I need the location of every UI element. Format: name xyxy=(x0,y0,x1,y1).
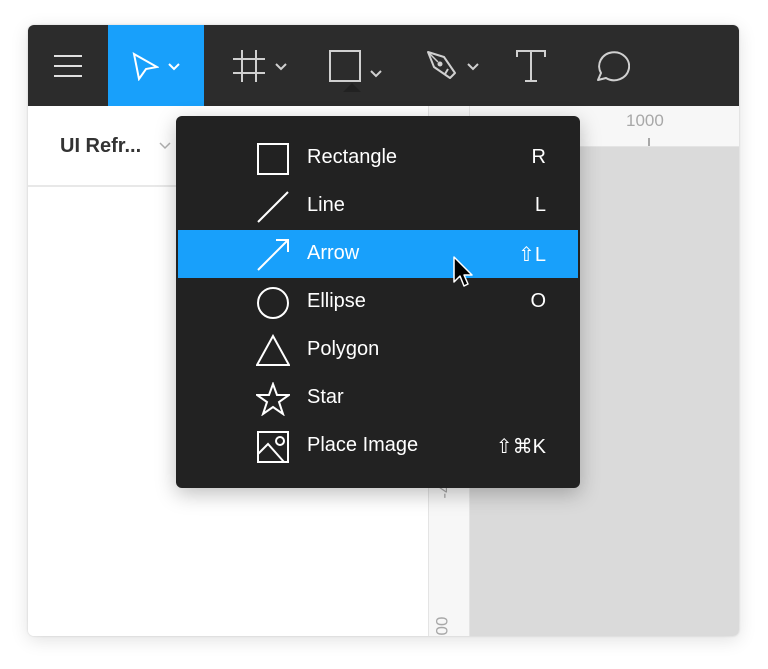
menu-item-shortcut: ⇧L xyxy=(518,244,546,266)
move-cursor-icon xyxy=(132,51,159,81)
menu-item-shortcut: L xyxy=(534,194,546,216)
ruler-tick xyxy=(648,138,650,146)
menu-item-label: Arrow xyxy=(307,242,360,264)
menu-item-label: Ellipse xyxy=(307,290,366,312)
rectangle-icon xyxy=(329,49,361,82)
menu-caret xyxy=(343,83,361,92)
menu-item-label: Star xyxy=(307,386,344,408)
menu-item-arrow[interactable]: Arrow ⇧L xyxy=(178,230,578,278)
menu-item-label: Place Image xyxy=(307,434,419,456)
rectangle-icon xyxy=(257,143,289,175)
menu-item-rectangle[interactable]: Rectangle R xyxy=(178,134,578,182)
menu-item-shortcut: O xyxy=(530,290,546,312)
arrow-icon xyxy=(257,239,289,271)
main-menu-button[interactable] xyxy=(28,25,108,106)
file-name[interactable]: UI Refr... xyxy=(60,135,141,158)
mouse-cursor-icon xyxy=(453,256,473,287)
pen-icon xyxy=(427,50,456,79)
shape-tool-button[interactable] xyxy=(318,25,394,106)
menu-item-shortcut: R xyxy=(531,146,546,168)
pen-tool-button[interactable] xyxy=(418,25,488,106)
chevron-down-icon[interactable] xyxy=(369,68,383,78)
chevron-down-icon[interactable] xyxy=(274,61,288,71)
chevron-down-icon[interactable] xyxy=(158,140,172,150)
text-tool-button[interactable] xyxy=(506,25,556,106)
menu-item-label: Rectangle xyxy=(307,146,398,168)
comment-tool-button[interactable] xyxy=(586,25,636,106)
move-tool-button[interactable] xyxy=(108,25,204,106)
menu-item-polygon[interactable]: Polygon xyxy=(178,326,578,374)
menu-item-line[interactable]: Line L xyxy=(178,182,578,230)
image-icon xyxy=(257,431,289,463)
menu-item-shortcut: ⇧⌘K xyxy=(495,436,546,458)
chevron-down-icon[interactable] xyxy=(466,61,480,71)
menu-item-ellipse[interactable]: Ellipse O xyxy=(178,278,578,326)
toolbar xyxy=(28,25,739,106)
frame-icon xyxy=(233,49,265,82)
star-icon xyxy=(256,382,290,416)
menu-item-place-image[interactable]: Place Image ⇧⌘K xyxy=(178,422,578,470)
hamburger-icon xyxy=(54,54,82,77)
menu-item-label: Line xyxy=(307,194,345,216)
frame-tool-button[interactable] xyxy=(224,25,296,106)
text-icon xyxy=(516,49,546,82)
polygon-icon xyxy=(256,334,290,366)
ruler-label: 1000 xyxy=(626,111,664,130)
menu-item-label: Polygon xyxy=(307,338,380,360)
line-icon xyxy=(257,191,289,223)
comment-icon xyxy=(597,50,630,81)
shape-dropdown-menu: Rectangle R Line L Arrow ⇧L Ellipse O Po… xyxy=(176,116,580,488)
chevron-down-icon[interactable] xyxy=(167,61,181,71)
ruler-label: 00 xyxy=(432,616,452,636)
menu-item-star[interactable]: Star xyxy=(178,374,578,422)
ellipse-icon xyxy=(257,287,289,319)
